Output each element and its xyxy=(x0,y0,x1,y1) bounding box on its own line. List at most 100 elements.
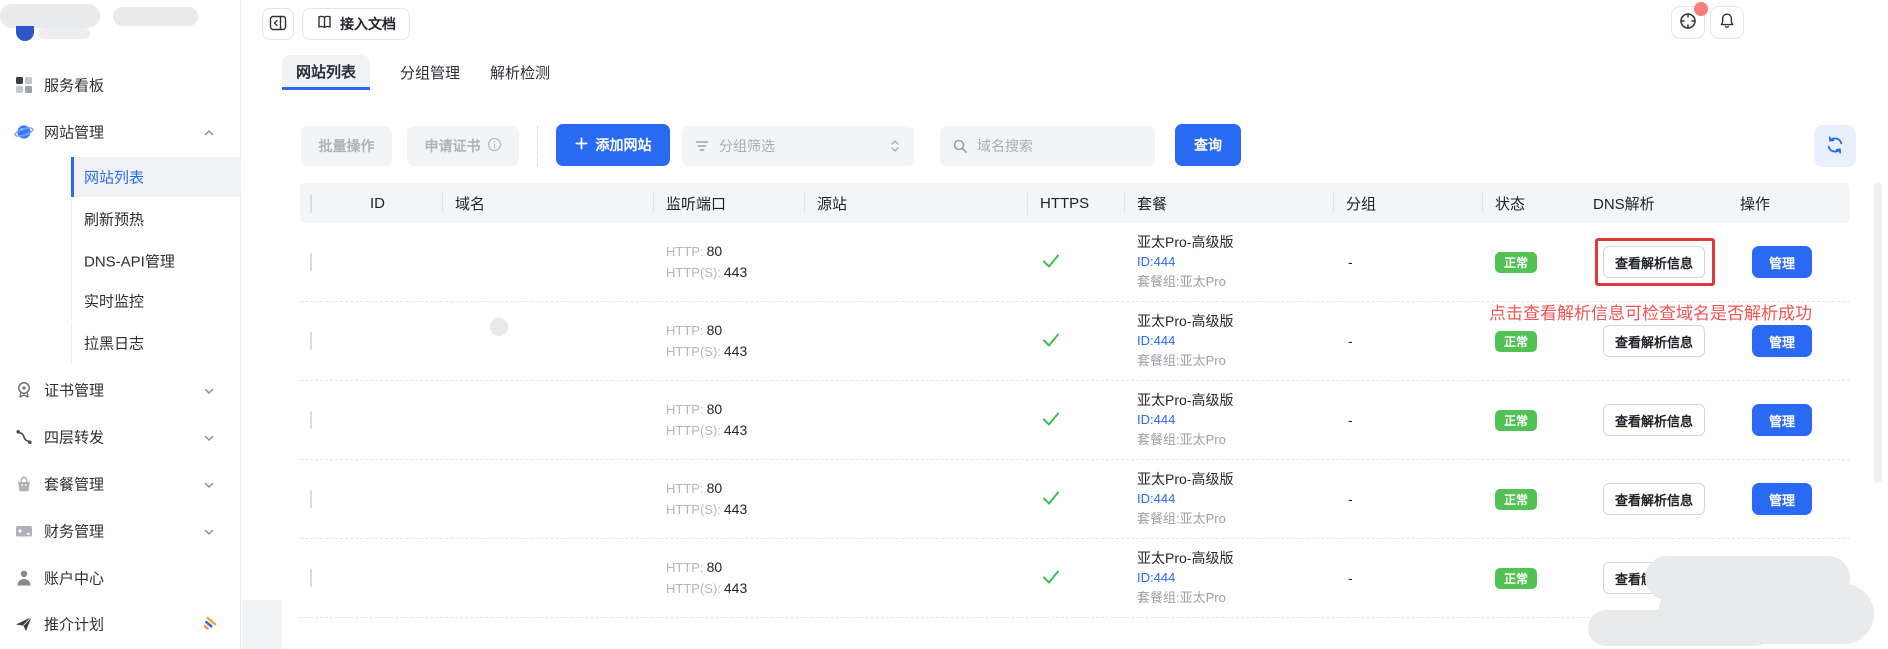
annotation-text: 点击查看解析信息可检查域名是否解析成功 xyxy=(1489,299,1812,324)
status-cell: 正常 xyxy=(1482,568,1572,589)
logo-partial-mark xyxy=(16,26,34,41)
https-check-icon xyxy=(1041,332,1061,351)
domain-search-input[interactable] xyxy=(977,138,1137,154)
sidebar-item-finance-mgmt[interactable]: 财务管理 xyxy=(0,511,241,551)
notifications-button[interactable] xyxy=(1710,6,1744,39)
plan-group: 套餐组:亚太Pro xyxy=(1137,509,1333,529)
refresh-button[interactable] xyxy=(1814,125,1856,167)
ports-cell: HTTP:80 HTTP(S):443 xyxy=(653,320,804,362)
port-protocol-label: HTTP(S): xyxy=(666,265,721,280)
status-badge: 正常 xyxy=(1495,568,1537,589)
scrollbar-track[interactable] xyxy=(1874,183,1882,483)
sidebar-item-website-mgmt[interactable]: 网站管理 xyxy=(0,112,241,152)
view-dns-info-button[interactable]: 查看解析信息 xyxy=(1603,246,1705,278)
query-button[interactable]: 查询 xyxy=(1175,124,1241,166)
port-value: 443 xyxy=(724,501,747,517)
plan-id-link[interactable]: ID:444 xyxy=(1137,489,1333,509)
manage-button[interactable]: 管理 xyxy=(1752,246,1812,278)
ports-cell: HTTP:80 HTTP(S):443 xyxy=(653,478,804,520)
tab-dns-check[interactable]: 解析检测 xyxy=(490,55,550,90)
redaction-blob xyxy=(1588,610,1773,646)
table-row: HTTP:80 HTTP(S):443 亚太Pro-高级版 ID:444 套餐组… xyxy=(300,539,1850,618)
plan-cell: 亚太Pro-高级版 ID:444 套餐组:亚太Pro xyxy=(1124,390,1333,450)
port-protocol-label: HTTP: xyxy=(666,244,704,259)
view-dns-info-button[interactable]: 查看解析信息 xyxy=(1603,404,1705,436)
plan-name: 亚太Pro-高级版 xyxy=(1137,548,1333,568)
refresh-icon xyxy=(1825,135,1845,158)
plan-cell: 亚太Pro-高级版 ID:444 套餐组:亚太Pro xyxy=(1124,548,1333,608)
port-value: 80 xyxy=(707,322,723,338)
plan-id-link[interactable]: ID:444 xyxy=(1137,331,1333,351)
table-header: ID 域名 监听端口 源站 HTTPS 套餐 分组 状态 DNS解析 操作 xyxy=(300,183,1850,223)
sidebar-item-dns-api[interactable]: DNS-API管理 xyxy=(0,241,241,281)
plan-id-link[interactable]: ID:444 xyxy=(1137,568,1333,588)
row-checkbox[interactable] xyxy=(310,490,312,508)
apply-cert-button[interactable]: 申请证书 xyxy=(407,126,519,166)
table-row: HTTP:80 HTTP(S):443 亚太Pro-高级版 ID:444 套餐组… xyxy=(300,381,1850,460)
row-checkbox[interactable] xyxy=(310,332,312,350)
group-cell: - xyxy=(1333,412,1482,428)
plan-group: 套餐组:亚太Pro xyxy=(1137,588,1333,608)
search-icon xyxy=(952,138,968,154)
plan-name: 亚太Pro-高级版 xyxy=(1137,390,1333,410)
column-header-origin: 源站 xyxy=(804,193,1027,214)
docs-button[interactable]: 接入文档 xyxy=(302,8,410,40)
sidebar-item-label: 网站管理 xyxy=(44,122,104,143)
sidebar-item-website-list[interactable]: 网站列表 xyxy=(0,157,241,197)
plan-id-link[interactable]: ID:444 xyxy=(1137,410,1333,430)
sidebar-item-realtime-monitor[interactable]: 实时监控 xyxy=(0,281,241,321)
add-website-button[interactable]: 添加网站 xyxy=(556,124,670,166)
tab-group-mgmt[interactable]: 分组管理 xyxy=(400,55,460,90)
column-header-dns: DNS解析 xyxy=(1572,193,1720,214)
sidebar-item-package-mgmt[interactable]: 套餐管理 xyxy=(0,464,241,504)
view-dns-info-button[interactable]: 查看解析信息 xyxy=(1603,483,1705,515)
status-cell: 正常 xyxy=(1482,331,1572,352)
view-dns-info-button[interactable]: 查看解析信息 xyxy=(1603,325,1705,357)
column-header-id: ID xyxy=(360,195,442,212)
group-cell: - xyxy=(1333,570,1482,586)
certificate-icon xyxy=(14,380,34,400)
batch-actions-label: 批量操作 xyxy=(319,136,375,156)
port-value: 80 xyxy=(707,243,723,259)
status-badge: 正常 xyxy=(1495,252,1537,273)
batch-actions-button[interactable]: 批量操作 xyxy=(301,126,392,166)
chevron-down-icon xyxy=(203,478,215,496)
group-cell: - xyxy=(1333,333,1482,349)
sidebar-item-blacklist-log[interactable]: 拉黑日志 xyxy=(0,323,241,363)
column-header-ports: 监听端口 xyxy=(653,193,804,214)
tab-website-list[interactable]: 网站列表 xyxy=(282,55,370,90)
sidebar-item-layer4-forward[interactable]: 四层转发 xyxy=(0,417,241,457)
sidebar-item-cert-mgmt[interactable]: 证书管理 xyxy=(0,370,241,410)
sidebar-item-dashboard[interactable]: 服务看板 xyxy=(0,65,241,105)
package-icon xyxy=(14,474,34,494)
collapse-sidebar-button[interactable] xyxy=(262,8,294,40)
https-cell xyxy=(1027,490,1124,509)
https-check-icon xyxy=(1041,411,1061,430)
row-checkbox[interactable] xyxy=(310,569,312,587)
manage-button[interactable]: 管理 xyxy=(1752,483,1812,515)
user-icon xyxy=(14,568,34,588)
port-value: 443 xyxy=(724,580,747,596)
plan-id-link[interactable]: ID:444 xyxy=(1137,252,1333,272)
row-checkbox[interactable] xyxy=(310,411,312,429)
row-checkbox[interactable] xyxy=(310,253,312,271)
logo-redacted-blob xyxy=(38,28,90,39)
tab-label: 解析检测 xyxy=(490,62,550,83)
docs-button-label: 接入文档 xyxy=(340,14,396,34)
manage-button[interactable]: 管理 xyxy=(1752,325,1812,357)
sidebar-item-refresh-preheat[interactable]: 刷新预热 xyxy=(0,199,241,239)
tab-label: 网站列表 xyxy=(296,61,356,82)
sidebar-item-account-center[interactable]: 账户中心 xyxy=(0,558,241,598)
filter-icon xyxy=(695,139,709,153)
sidebar-subitem-label: 实时监控 xyxy=(84,291,144,312)
sidebar-item-promo-plan[interactable]: 推介计划 xyxy=(0,604,241,644)
manage-button[interactable]: 管理 xyxy=(1752,404,1812,436)
port-protocol-label: HTTP: xyxy=(666,402,704,417)
plan-group: 套餐组:亚太Pro xyxy=(1137,430,1333,450)
group-filter-select[interactable]: 分组筛选 xyxy=(682,126,914,166)
apply-cert-label: 申请证书 xyxy=(425,136,481,156)
port-protocol-label: HTTP: xyxy=(666,323,704,338)
info-icon xyxy=(487,137,502,155)
action-cell: 管理 xyxy=(1720,483,1850,515)
select-all-checkbox[interactable] xyxy=(310,194,312,213)
